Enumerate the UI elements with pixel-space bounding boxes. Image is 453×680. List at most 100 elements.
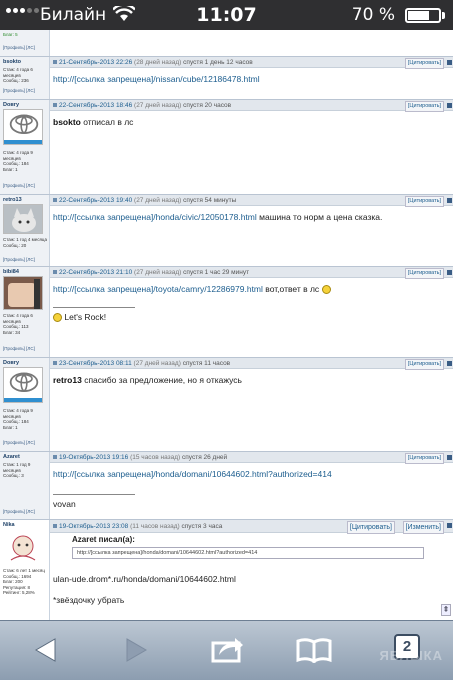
post-marker-icon (53, 103, 57, 108)
profile-links[interactable]: [Профиль] [ЛС] (3, 509, 35, 514)
profile-links[interactable]: [Профиль] [ЛС] (3, 257, 35, 262)
signature: Let's Rock! (53, 311, 450, 323)
post-text: отписал в лс (80, 117, 134, 127)
quote-button[interactable]: [Цитировать] (346, 521, 395, 534)
post-anchor-icon[interactable] (447, 270, 452, 275)
post-delay: спустя 1 день 12 часов (183, 59, 253, 66)
post-text: вот,ответ в лс (262, 284, 320, 294)
edit-button[interactable]: [Изменить] (402, 521, 444, 534)
quote-button[interactable]: [Цитировать] (404, 268, 444, 279)
post: bibi84 Стаж: 4 года 6 месяцев Сообщ.: 11… (0, 267, 453, 358)
post-link[interactable]: http://[ссылка запрещена]/honda/domani/1… (53, 469, 332, 479)
forward-arrow-icon (126, 638, 147, 662)
quote-button[interactable]: [Цитировать] (404, 359, 444, 370)
post-body: bsokto отписал в лс (50, 111, 453, 133)
status-bar: Билайн 11:07 70 % (0, 0, 453, 30)
post-delay: спустя 11 часов (182, 360, 231, 367)
book-icon (296, 638, 332, 663)
post-body: http://[ссылка запрещена]/toyota/camry/1… (50, 278, 453, 328)
post-link[interactable]: http://[ссылка запрещена]/honda/civic/12… (53, 212, 257, 222)
post-header: 19-Октябрь-2013 23:08 (11 часов назад) с… (50, 520, 453, 534)
share-icon (211, 638, 243, 663)
post-age: (11 часов назад) (130, 523, 180, 530)
post-fragment: Благ: 5 [Профиль] [ЛС] (0, 30, 453, 57)
profile-links[interactable]: [Профиль] [ЛС] (3, 183, 35, 188)
post-age: (15 часов назад) (130, 454, 181, 461)
signature-divider (53, 307, 135, 308)
web-content[interactable]: Благ: 5 [Профиль] [ЛС] bsokto Стаж: 4 го… (0, 30, 453, 620)
post-body: ulan-ude.drom*.ru/honda/domani/10644602.… (50, 563, 453, 611)
quote-button[interactable]: [Цитировать] (404, 453, 444, 464)
profile-links[interactable]: [Профиль] [ЛС] (3, 440, 35, 445)
post-delay: спустя 1 час 29 минут (183, 269, 250, 276)
post-author[interactable]: Dовгу (3, 102, 19, 108)
avatar (3, 109, 43, 145)
quote-button[interactable]: [Цитировать] (404, 58, 444, 69)
badge-bar (4, 398, 42, 402)
post-date[interactable]: 19-Октябрь-2013 19:16 (59, 454, 128, 461)
post-author[interactable]: bibi84 (3, 269, 19, 275)
post-anchor-icon[interactable] (447, 103, 452, 108)
post-link[interactable]: http://[ссылка запрещена]/toyota/camry/1… (53, 284, 263, 294)
post-anchor-icon[interactable] (447, 455, 452, 460)
post-author[interactable]: Dовгу (3, 360, 19, 366)
post-author[interactable]: bsokto (3, 59, 21, 65)
post-delay: спустя 20 часов (183, 102, 232, 109)
forward-button[interactable] (118, 634, 154, 666)
post-header: 22-Сентябрь-2013 19:40 (27 дней назад) с… (50, 195, 453, 207)
hand-photo-icon (4, 277, 42, 309)
post-body: http://[ссылка запрещена]/honda/civic/12… (50, 206, 453, 228)
avatar (3, 367, 43, 403)
post-anchor-icon[interactable] (447, 361, 452, 366)
quote-button[interactable]: [Цитировать] (404, 196, 444, 207)
post-age: (28 дней назад) (134, 59, 182, 66)
post-age: (27 дней назад) (134, 197, 182, 204)
post-date[interactable]: 23-Сентябрь-2013 08:11 (59, 360, 132, 367)
cartoon-avatar-icon (3, 530, 43, 566)
post-date[interactable]: 22-Сентябрь-2013 21:10 (59, 269, 132, 276)
profile-links[interactable]: [Профиль] [ЛС] (3, 346, 35, 351)
battery-tip (442, 12, 445, 19)
quote-block: Azaret писал(а): http://[ссылка запрещен… (72, 535, 453, 559)
post-anchor-icon[interactable] (447, 523, 452, 528)
profile-links[interactable]: [Профиль] [ЛС] (3, 88, 35, 93)
post-header: 23-Сентябрь-2013 08:11 (27 дней назад) с… (50, 358, 453, 370)
post-anchor-icon[interactable] (447, 60, 452, 65)
post-author-meta: Стаж: 4 года 9 месяцев Сообщ.: 184 Благ:… (3, 150, 33, 172)
post-date[interactable]: 22-Сентябрь-2013 19:40 (59, 197, 132, 204)
post-date[interactable]: 22-Сентябрь-2013 18:46 (59, 102, 132, 109)
post-link[interactable]: http://[ссылка запрещена]/nissan/cube/12… (53, 74, 260, 84)
forum-thread: Благ: 5 [Профиль] [ЛС] bsokto Стаж: 4 го… (0, 30, 453, 620)
avatar (3, 276, 43, 310)
post-marker-icon (53, 198, 57, 203)
quote-button[interactable]: [Цитировать] (404, 101, 444, 112)
avatar (3, 204, 43, 234)
post: Azaret Стаж: 1 год 9 месяцев Сообщ.: 3 [… (0, 452, 453, 520)
battery-percentage: 70 % (351, 5, 395, 25)
post-marker-icon (53, 361, 57, 366)
post-marker-icon (53, 455, 57, 460)
post-delay: спустя 54 минуты (183, 197, 237, 204)
post-date[interactable]: 19-Октябрь-2013 23:08 (59, 523, 128, 530)
mentioned-user: retro13 (53, 375, 82, 385)
post-author[interactable]: Nika (3, 522, 15, 528)
bookmarks-button[interactable] (296, 634, 332, 666)
scroll-top-icon[interactable]: ⇞ (441, 604, 451, 616)
post-text: ulan-ude.drom*.ru/honda/domani/10644602.… (53, 574, 236, 584)
post-marker-icon (53, 270, 57, 275)
post-text: спасибо за предложение, но я откажусь (81, 375, 242, 385)
watermark: ЯБЛЫКА (379, 648, 443, 663)
share-button[interactable] (210, 632, 246, 664)
back-button[interactable] (28, 634, 64, 666)
post-author[interactable]: Azaret (3, 454, 20, 460)
post-author[interactable]: retro13 (3, 197, 22, 203)
post-delay: спустя 26 дней (182, 454, 228, 461)
post-header: 22-Сентябрь-2013 18:46 (27 дней назад) с… (50, 100, 453, 112)
signature-text: Let's Rock! (64, 312, 107, 322)
profile-links[interactable]: [Профиль] [ЛС] (3, 45, 35, 50)
post-anchor-icon[interactable] (447, 198, 452, 203)
quote-author: Azaret писал(а): (72, 535, 135, 544)
post-date[interactable]: 21-Сентябрь-2013 22:26 (59, 59, 132, 66)
cat-photo-icon (4, 205, 42, 233)
post: Nika Стаж: 6 лет 1 месяц Сообщ.: 1694 Бл… (0, 520, 453, 620)
